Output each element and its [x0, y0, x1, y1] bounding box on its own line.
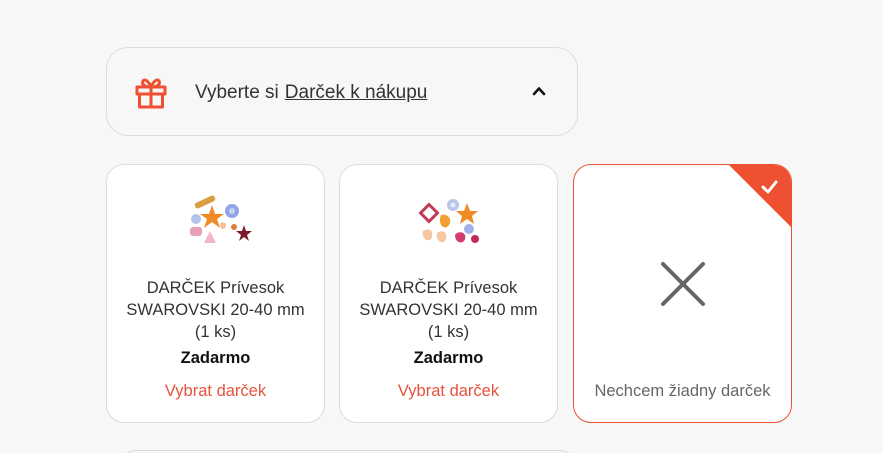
swarovski-pendants-image [418, 199, 479, 243]
swarovski-pendants-image [190, 195, 252, 243]
gift-header-title: Vyberte si Darček k nákupu [195, 48, 427, 137]
gift-option-name: DARČEK Prívesok SWAROVSKI 20-40 mm (1 ks… [359, 279, 538, 341]
no-gift-label: Nechcem žiadny darček [594, 382, 771, 400]
gift-header-link[interactable]: Darček k nákupu [285, 82, 428, 104]
select-gift-button[interactable]: Vybrat darček [340, 382, 557, 401]
gift-option-card[interactable]: DARČEK Prívesok SWAROVSKI 20-40 mm (1 ks… [106, 164, 325, 423]
gift-selector-header[interactable]: Vyberte si Darček k nákupu [106, 47, 578, 136]
no-gift-option-card[interactable]: Nechcem žiadny darček [573, 164, 792, 423]
selected-badge [729, 165, 791, 227]
gift-option-card[interactable]: DARČEK Prívesok SWAROVSKI 20-40 mm (1 ks… [339, 164, 558, 423]
close-icon [661, 262, 705, 306]
gift-option-price: Zadarmo [180, 349, 251, 367]
gift-option-price: Zadarmo [413, 349, 484, 367]
gift-option-name: DARČEK Prívesok SWAROVSKI 20-40 mm (1 ks… [126, 279, 305, 341]
chevron-up-icon[interactable] [531, 84, 547, 98]
select-gift-button[interactable]: Vybrat darček [107, 382, 324, 401]
gift-header-prefix: Vyberte si [195, 81, 279, 103]
gift-icon [135, 78, 167, 109]
